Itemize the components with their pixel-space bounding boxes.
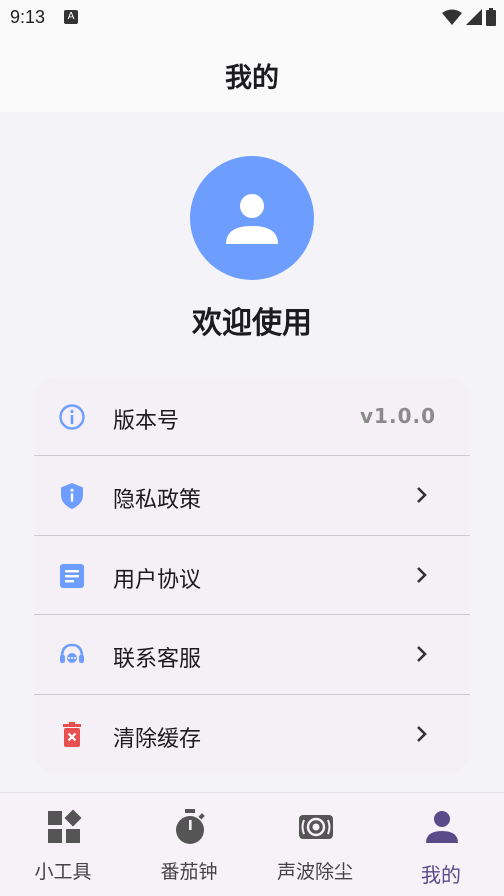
menu-item-label: 联系客服: [113, 647, 202, 672]
timer-icon: [176, 809, 205, 844]
battery-icon: [486, 8, 496, 26]
menu-item-label: 清除缓存: [113, 727, 202, 752]
nav-label: 声波除尘: [276, 861, 353, 883]
wifi-icon: [442, 9, 462, 25]
status-time: 9:13: [10, 7, 46, 27]
widgets-icon: [48, 809, 82, 843]
menu-item-privacy[interactable]: 隐私政策: [34, 456, 470, 536]
person-icon: [226, 194, 278, 244]
document-icon: [60, 564, 84, 588]
trash-icon: [63, 722, 81, 747]
nav-label: 我的: [421, 863, 461, 887]
info-icon: [59, 404, 85, 430]
menu-item-version[interactable]: 版本号 v1.0.0: [34, 377, 470, 457]
avatar[interactable]: [190, 156, 314, 280]
chevron-right-icon: [417, 646, 427, 662]
nav-pomodoro[interactable]: 番茄钟: [126, 793, 252, 896]
nav-tools[interactable]: 小工具: [0, 793, 126, 896]
nav-label: 小工具: [34, 861, 92, 883]
signal-icon: [466, 9, 482, 25]
menu-item-label: 版本号: [113, 409, 180, 434]
nav-label: 番茄钟: [160, 861, 218, 883]
headset-icon: [60, 643, 84, 663]
chevron-right-icon: [417, 726, 427, 742]
menu-item-label: 隐私政策: [113, 488, 202, 513]
settings-card: 版本号 v1.0.0 隐私政策 用户协议 联系客服 清除缓存: [34, 377, 470, 773]
person-icon: [426, 811, 458, 843]
menu-item-clear-cache[interactable]: 清除缓存: [34, 695, 470, 773]
chevron-right-icon: [417, 567, 427, 583]
version-value: v1.0.0: [360, 404, 436, 428]
nav-mine[interactable]: 我的: [378, 793, 504, 896]
nav-sound-clean[interactable]: 声波除尘: [252, 793, 378, 896]
notification-icon: A: [64, 10, 78, 24]
bottom-navigation: 小工具 番茄钟 声波除尘 我的: [0, 792, 504, 896]
status-icons: [442, 8, 496, 26]
menu-item-customer-service[interactable]: 联系客服: [34, 615, 470, 695]
privacy-shield-icon: [61, 483, 83, 509]
welcome-text: 欢迎使用: [192, 306, 312, 341]
page-title: 我的: [225, 63, 279, 94]
menu-item-user-agreement[interactable]: 用户协议: [34, 536, 470, 616]
app-bar: 我的: [0, 34, 504, 112]
menu-item-label: 用户协议: [113, 568, 202, 593]
speaker-icon: [299, 815, 333, 839]
chevron-right-icon: [417, 487, 427, 503]
status-bar: 9:13 A: [0, 0, 504, 34]
